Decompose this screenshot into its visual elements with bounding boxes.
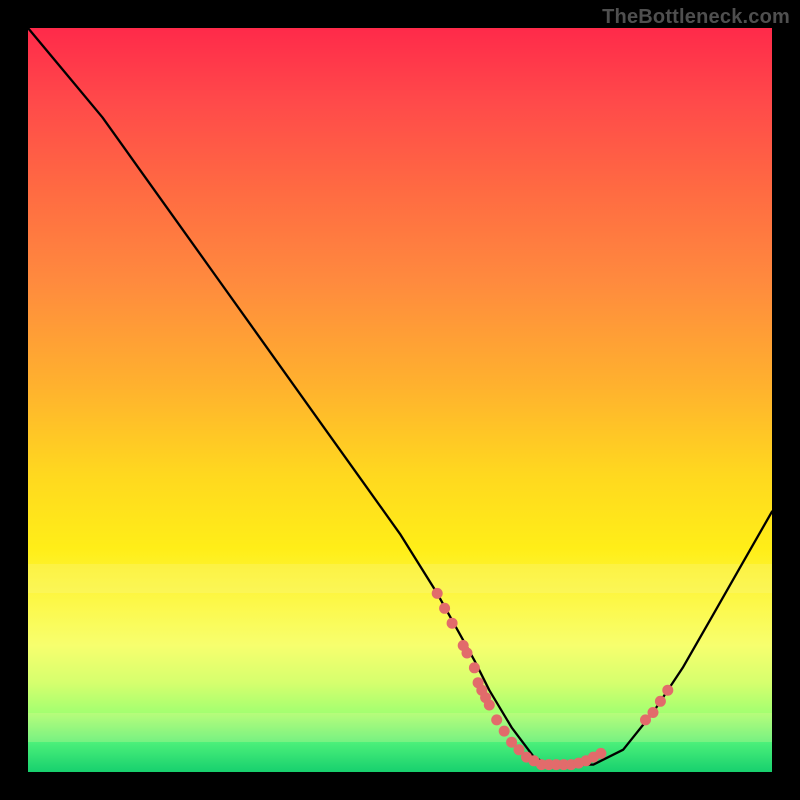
data-point	[462, 648, 473, 659]
data-point	[491, 714, 502, 725]
data-point	[655, 696, 666, 707]
data-point	[447, 618, 458, 629]
data-point	[432, 588, 443, 599]
bottleneck-curve	[28, 28, 772, 765]
chart-plot-area	[28, 28, 772, 772]
data-point	[662, 685, 673, 696]
data-point	[648, 707, 659, 718]
data-point	[595, 748, 606, 759]
watermark-label: TheBottleneck.com	[602, 6, 790, 29]
chart-svg	[28, 28, 772, 772]
data-markers	[432, 588, 674, 770]
data-point	[469, 662, 480, 673]
data-point	[439, 603, 450, 614]
data-point	[499, 726, 510, 737]
data-point	[484, 700, 495, 711]
